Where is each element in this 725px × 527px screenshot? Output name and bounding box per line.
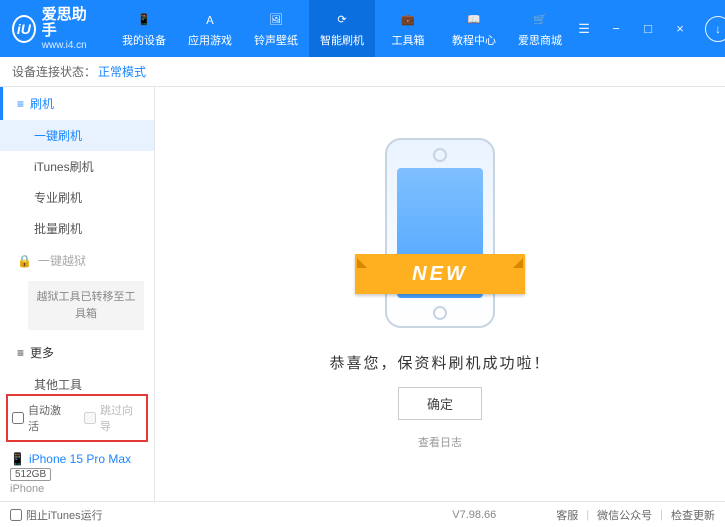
support-link[interactable]: 客服 (556, 507, 578, 523)
new-ribbon: NEW (355, 254, 525, 294)
ok-button[interactable]: 确定 (398, 387, 482, 420)
jailbreak-note: 越狱工具已转移至工具箱 (28, 281, 144, 330)
close-button[interactable]: × (669, 18, 691, 40)
app-icon: Ａ (200, 10, 220, 30)
sidebar-item-oneclick[interactable]: 一键刷机 (0, 120, 154, 151)
cart-icon: 🛒 (530, 10, 550, 30)
status-bar: 设备连接状态： 正常模式 (0, 57, 725, 87)
phone-icon: 📱 (134, 10, 154, 30)
sidebar-item-other[interactable]: 其他工具 (0, 369, 154, 392)
top-nav: 📱我的设备 Ａ应用游戏 🖼铃声壁纸 ⟳智能刷机 💼工具箱 📖教程中心 🛒爱思商城 (111, 0, 573, 57)
footer: 阻止iTunes运行 V7.98.66 客服| 微信公众号| 检查更新 (0, 501, 725, 527)
device-storage: 512GB (10, 468, 51, 481)
status-label: 设备连接状态： (12, 63, 96, 80)
logo-icon: iU (12, 15, 36, 43)
device-type: iPhone (10, 483, 144, 495)
nav-tutorials[interactable]: 📖教程中心 (441, 0, 507, 57)
nav-flash[interactable]: ⟳智能刷机 (309, 0, 375, 57)
view-log-link[interactable]: 查看日志 (418, 434, 462, 450)
options-highlight: 自动激活 跳过向导 (6, 394, 148, 442)
list-icon: ≡ (17, 346, 24, 360)
image-icon: 🖼 (266, 10, 286, 30)
toolbox-icon: 💼 (398, 10, 418, 30)
sidebar-item-batch[interactable]: 批量刷机 (0, 213, 154, 244)
sidebar-group-flash[interactable]: ≡刷机 (0, 87, 154, 120)
nav-store[interactable]: 🛒爱思商城 (507, 0, 573, 57)
main-content: NEW 恭喜您，保资料刷机成功啦！ 确定 查看日志 (155, 87, 725, 501)
app-title: 爱思助手 (42, 7, 91, 40)
success-message: 恭喜您，保资料刷机成功啦！ (329, 352, 550, 373)
refresh-icon: ⟳ (332, 10, 352, 30)
sidebar-group-more[interactable]: ≡更多 (0, 336, 154, 369)
block-itunes-checkbox[interactable]: 阻止iTunes运行 (10, 507, 103, 523)
nav-apps[interactable]: Ａ应用游戏 (177, 0, 243, 57)
lock-icon: 🔒 (17, 254, 32, 268)
app-url: www.i4.cn (42, 40, 91, 51)
download-icon[interactable]: ↓ (705, 16, 725, 42)
minimize-button[interactable]: − (605, 18, 627, 40)
device-info: 📱iPhone 15 Pro Max 512GB iPhone (0, 448, 154, 501)
sidebar-group-jailbreak: 🔒一键越狱 (0, 244, 154, 277)
auto-activate-checkbox[interactable]: 自动激活 (12, 402, 70, 434)
window-controls: ☰ − □ × ↓ ◯ (573, 16, 725, 42)
nav-ringtones[interactable]: 🖼铃声壁纸 (243, 0, 309, 57)
version-label: V7.98.66 (452, 509, 496, 521)
book-icon: 📖 (464, 10, 484, 30)
update-link[interactable]: 检查更新 (671, 507, 715, 523)
app-header: iU 爱思助手 www.i4.cn 📱我的设备 Ａ应用游戏 🖼铃声壁纸 ⟳智能刷… (0, 0, 725, 57)
wechat-link[interactable]: 微信公众号 (597, 507, 652, 523)
device-name[interactable]: 📱iPhone 15 Pro Max (10, 452, 144, 466)
sidebar-item-pro[interactable]: 专业刷机 (0, 182, 154, 213)
skip-guide-checkbox[interactable]: 跳过向导 (84, 402, 142, 434)
app-logo: iU 爱思助手 www.i4.cn (12, 7, 91, 51)
phone-icon: 📱 (10, 452, 25, 466)
list-icon: ≡ (17, 97, 24, 111)
status-value: 正常模式 (98, 63, 146, 80)
sidebar: ≡刷机 一键刷机 iTunes刷机 专业刷机 批量刷机 🔒一键越狱 越狱工具已转… (0, 87, 155, 501)
success-illustration: NEW (365, 138, 515, 338)
nav-my-device[interactable]: 📱我的设备 (111, 0, 177, 57)
nav-toolbox[interactable]: 💼工具箱 (375, 0, 441, 57)
maximize-button[interactable]: □ (637, 18, 659, 40)
sidebar-item-itunes[interactable]: iTunes刷机 (0, 151, 154, 182)
menu-icon[interactable]: ☰ (573, 18, 595, 40)
